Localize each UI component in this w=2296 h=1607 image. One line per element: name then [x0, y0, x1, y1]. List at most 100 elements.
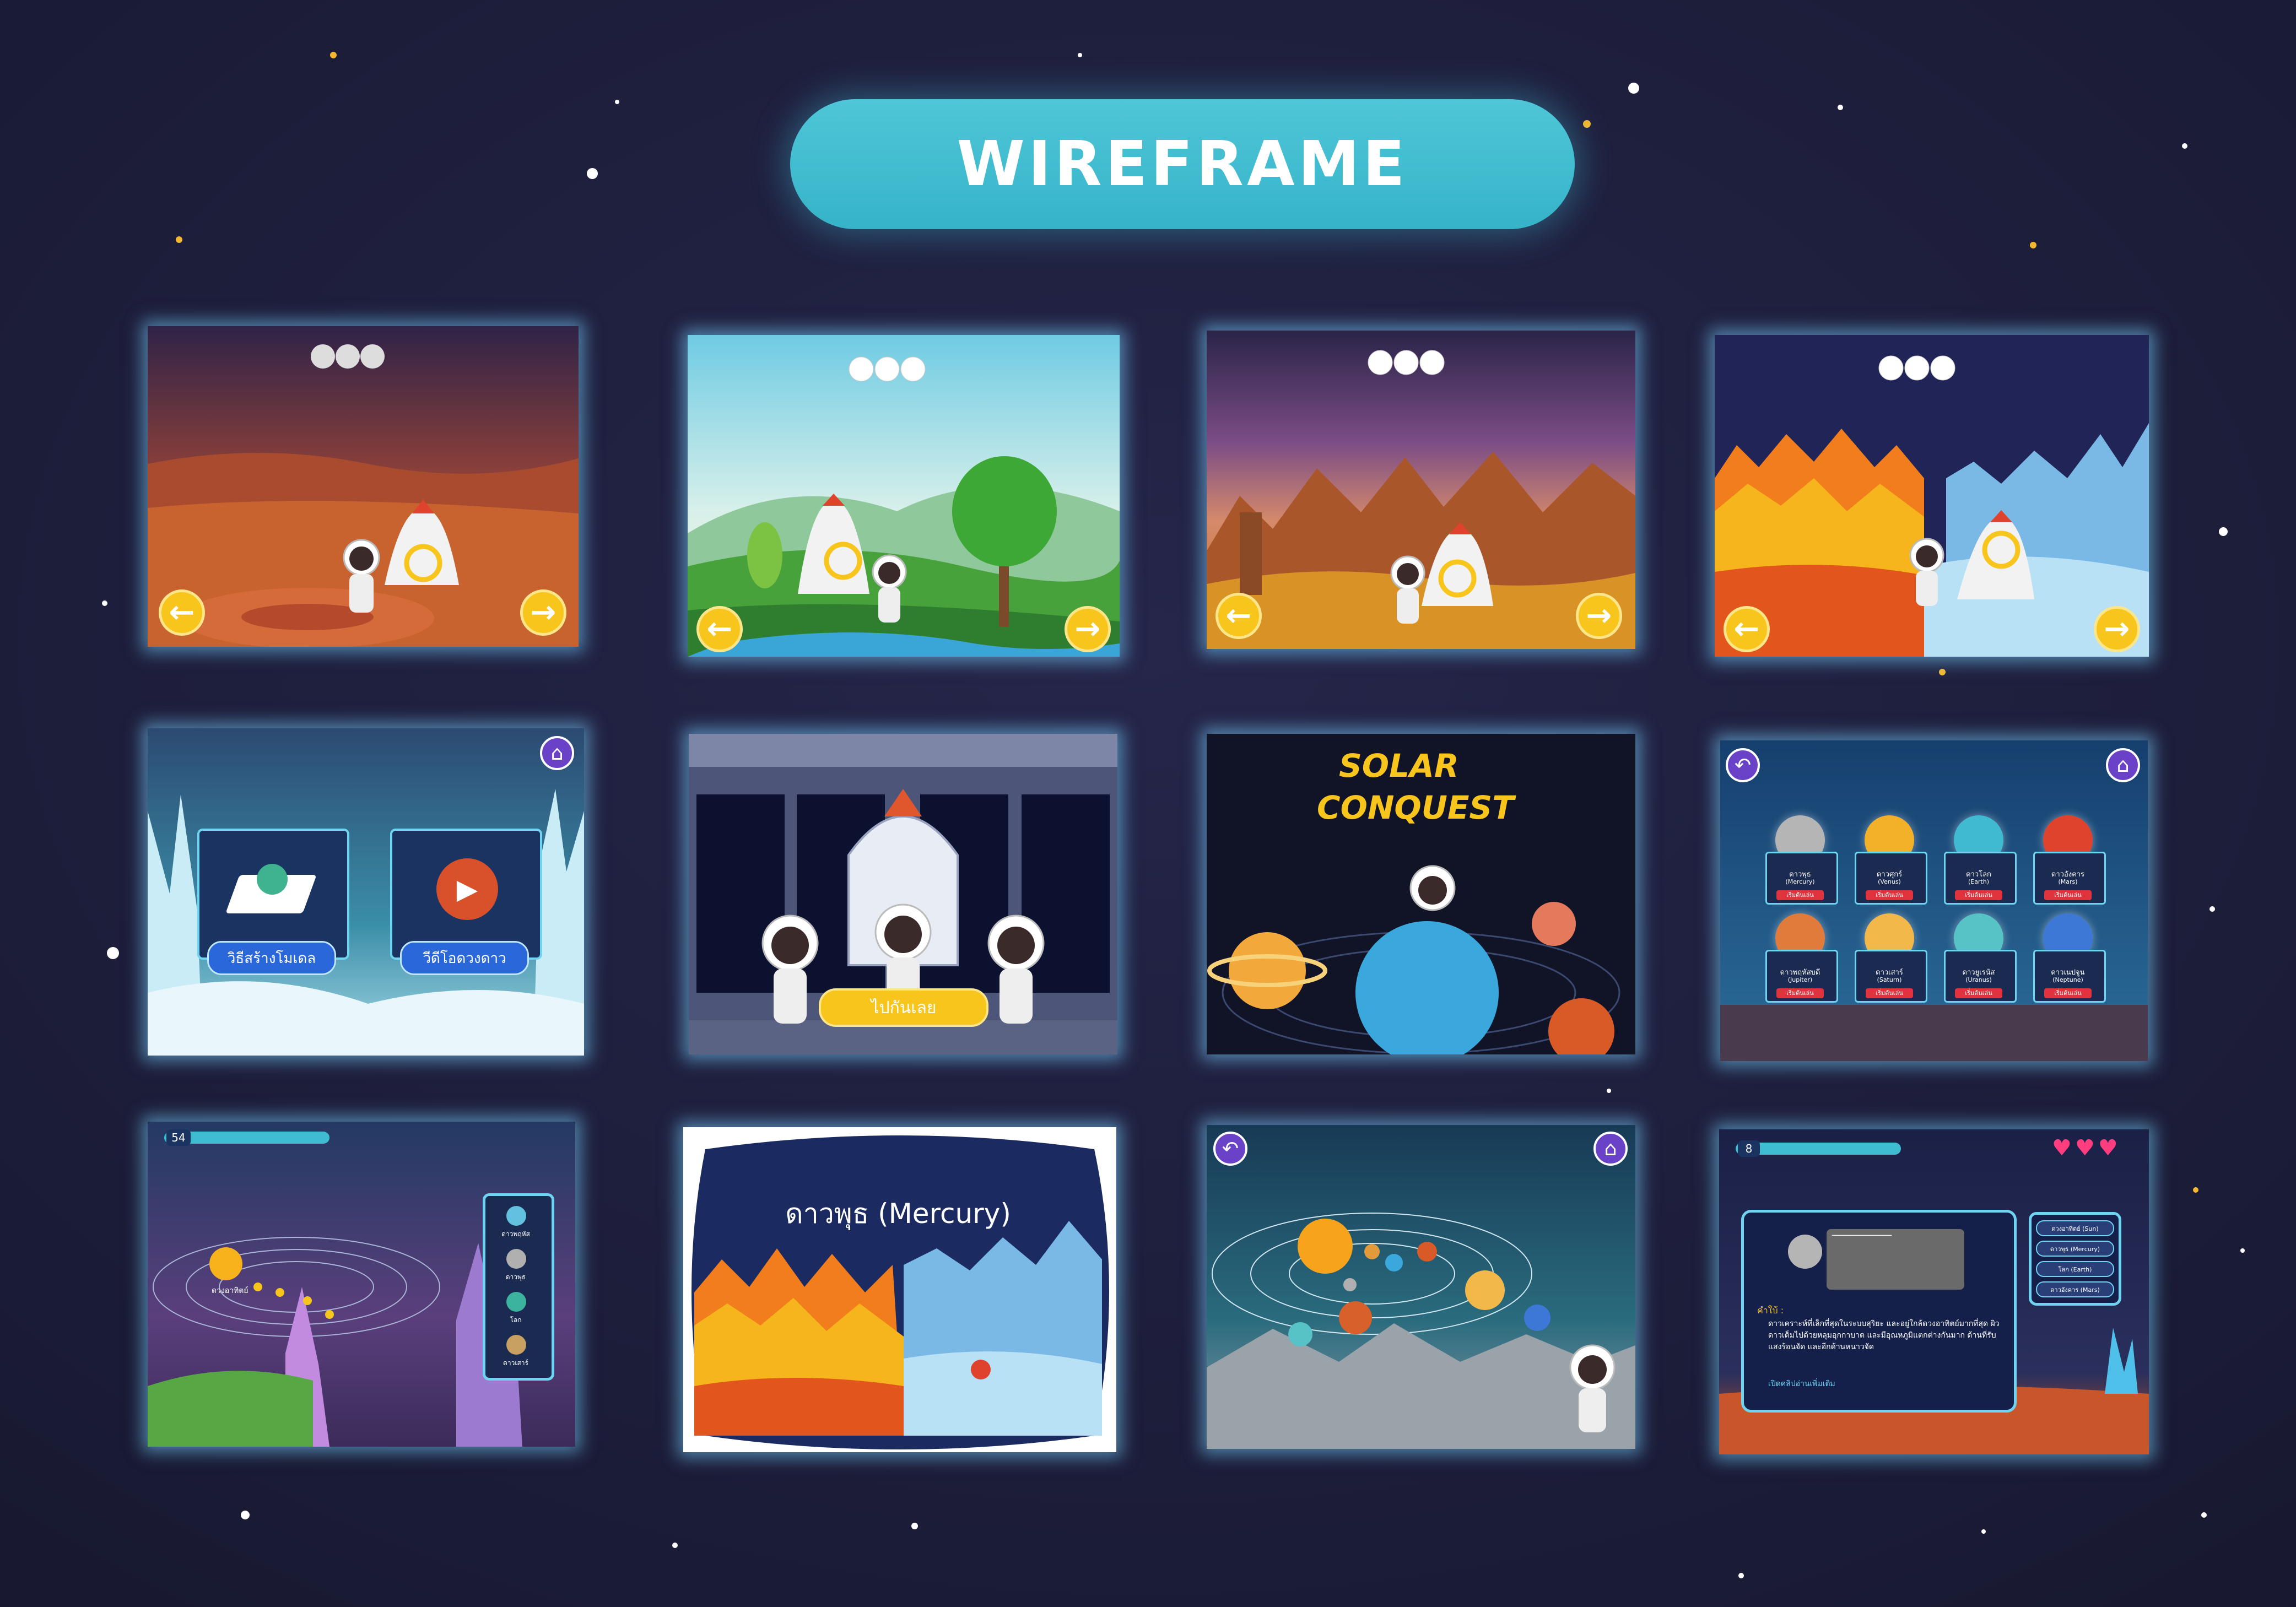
planet — [1385, 1254, 1403, 1271]
go-button[interactable]: ไปกันเลย — [819, 988, 988, 1027]
mystery-surface-image — [1827, 1229, 1964, 1290]
collectible-icons — [311, 344, 385, 369]
lives-display: ♥ ♥ ♥ — [2052, 1137, 2118, 1159]
next-button[interactable]: → — [1576, 593, 1622, 639]
start-button[interactable]: เริ่มต้นเล่น — [1776, 890, 1824, 900]
mercury-intro-scene — [691, 1135, 1109, 1449]
next-button[interactable]: → — [520, 589, 566, 636]
star — [2193, 1187, 2198, 1193]
planet — [1288, 1322, 1312, 1346]
prev-button[interactable]: ← — [696, 606, 743, 652]
planet-card[interactable]: ดาวอังคาร (Mars) เริ่มต้นเล่น — [2028, 815, 2108, 905]
read-more-link[interactable]: เปิดคลิปอ่านเพิ่มเติม — [1768, 1378, 1835, 1390]
star — [1981, 1529, 1986, 1534]
planet-name-en: (Neptune) — [2052, 976, 2083, 983]
star — [1583, 120, 1591, 128]
planet-card[interactable]: ดาวพุธ (Mercury) เริ่มต้นเล่น — [1760, 815, 1840, 905]
planet-option[interactable]: ดาวพฤหัส — [485, 1206, 546, 1245]
planet-name-en: (Mars) — [2058, 878, 2078, 885]
start-button[interactable]: เริ่มต้นเล่น — [1866, 988, 1913, 998]
answer-option-button[interactable]: ดาวอังคาร (Mars) — [2036, 1281, 2114, 1297]
saturn-planet — [1229, 932, 1306, 1009]
start-button[interactable]: เริ่มต้นเล่น — [1776, 988, 1824, 998]
star — [1628, 83, 1639, 94]
arrow-left-icon: ← — [169, 594, 195, 630]
answer-option-button[interactable]: ดาวพุธ (Mercury) — [2036, 1241, 2114, 1257]
planet-option-label: ดาวพุธ — [505, 1273, 526, 1281]
start-button[interactable]: เริ่มต้นเล่น — [1955, 890, 2002, 900]
hint-description: ดาวเคราะห์ที่เล็กที่สุดในระบบสุริยะ และอ… — [1768, 1319, 2000, 1351]
heart-icon: ♥ — [2098, 1135, 2118, 1161]
sun-label: ดวงอาทิตย์ — [212, 1286, 248, 1295]
prev-button[interactable]: ← — [159, 589, 205, 636]
back-icon: ↶ — [1734, 754, 1752, 777]
map-marker-icon — [971, 1360, 991, 1379]
star — [1939, 669, 1946, 675]
home-button[interactable]: ⌂ — [540, 736, 574, 770]
planet-card[interactable]: ดาวพฤหัสบดี (Jupiter) เริ่มต้นเล่น — [1760, 913, 1840, 1003]
star — [330, 52, 337, 58]
mars-scene — [148, 326, 579, 647]
progress-bar — [1736, 1143, 1901, 1155]
planet-option[interactable]: ดาวพุธ — [485, 1249, 546, 1287]
planet-icon — [506, 1335, 526, 1355]
arrow-left-icon: ← — [706, 611, 733, 647]
ar-model-card[interactable] — [197, 829, 349, 960]
prev-button[interactable]: ← — [1215, 593, 1262, 639]
back-button[interactable]: ↶ — [1726, 748, 1760, 782]
planet-video-card[interactable]: ▶ — [390, 829, 542, 960]
screen-mars-surface: ← → — [148, 326, 579, 647]
planet-option[interactable]: ดาวเสาร์ — [485, 1335, 546, 1373]
star — [615, 100, 619, 104]
arrow-left-icon: ← — [1733, 611, 1760, 647]
planet-name-en: (Mercury) — [1785, 878, 1815, 885]
next-button[interactable]: → — [2094, 606, 2140, 652]
collectible-icons — [1368, 350, 1445, 375]
answer-option-button[interactable]: ดวงอาทิตย์ (Sun) — [2036, 1220, 2114, 1236]
arrow-left-icon: ← — [1225, 598, 1252, 634]
home-button[interactable]: ⌂ — [1593, 1132, 1628, 1166]
prev-button[interactable]: ← — [1724, 606, 1770, 652]
star — [911, 1523, 918, 1529]
star — [2240, 1248, 2245, 1253]
solar-system-scene — [1207, 1125, 1635, 1449]
planet-card[interactable]: ดาวเสาร์ (Saturn) เริ่มต้นเล่น — [1849, 913, 1930, 1003]
start-button[interactable]: เริ่มต้นเล่น — [1866, 890, 1913, 900]
planet-card[interactable]: ดาวยูเรนัส (Uranus) เริ่มต้นเล่น — [1938, 913, 2019, 1003]
planet-name-en: (Saturn) — [1877, 976, 1902, 983]
mars-thumbnail: ▶ — [436, 858, 498, 920]
planet-video-button[interactable]: วีดีโอดวงดาว — [400, 941, 529, 975]
screen-solar-system: ↶ ⌂ — [1207, 1125, 1635, 1449]
planet-option[interactable]: โลก — [485, 1292, 546, 1330]
star — [2219, 527, 2228, 536]
start-button[interactable]: เริ่มต้นเล่น — [2044, 890, 2092, 900]
home-icon: ⌂ — [2116, 754, 2130, 777]
answer-option-button[interactable]: โลก (Earth) — [2036, 1261, 2114, 1277]
star — [102, 600, 107, 606]
home-button[interactable]: ⌂ — [2106, 748, 2140, 782]
astronaut-character — [1409, 865, 1456, 911]
ar-model-button[interactable]: วิธีสร้างโมเดล — [207, 941, 336, 975]
screen-title: SOLAR CONQUEST — [1207, 734, 1635, 1054]
planet-card[interactable]: ดาวโลก (Earth) เริ่มต้นเล่น — [1938, 815, 2019, 905]
planet-name-en: (Jupiter) — [1787, 976, 1813, 983]
play-icon: ▶ — [456, 873, 478, 905]
planet — [1465, 1270, 1505, 1310]
back-button[interactable]: ↶ — [1213, 1132, 1247, 1166]
star — [672, 1543, 678, 1548]
planet-card[interactable]: ดาวศุกร์ (Venus) เริ่มต้นเล่น — [1849, 815, 1930, 905]
back-icon: ↶ — [1222, 1137, 1239, 1160]
planet — [1343, 1278, 1357, 1291]
start-button[interactable]: เริ่มต้นเล่น — [1955, 988, 2002, 998]
next-button[interactable]: → — [1065, 606, 1111, 652]
answer-options: ดวงอาทิตย์ (Sun) ดาวพุธ (Mercury) โลก (Ear… — [2029, 1212, 2121, 1306]
planet-card[interactable]: ดาวเนปจูน (Neptune) เริ่มต้นเล่น — [2028, 913, 2108, 1003]
arrow-right-icon: → — [1586, 598, 1612, 634]
screen-orbit-quiz: 54 ดวงอาทิตย์ ดาวพฤหัส ดาวพุธ โลก ดาวเสาร์ — [148, 1122, 575, 1447]
start-button[interactable]: เริ่มต้นเล่น — [2044, 988, 2092, 998]
planet-name-en: (Earth) — [1968, 878, 1990, 885]
screen-crew-launch: ไปกันเลย — [689, 734, 1117, 1054]
planet — [1524, 1305, 1551, 1331]
star — [2030, 242, 2036, 248]
planet-name-en: (Venus) — [1878, 878, 1901, 885]
